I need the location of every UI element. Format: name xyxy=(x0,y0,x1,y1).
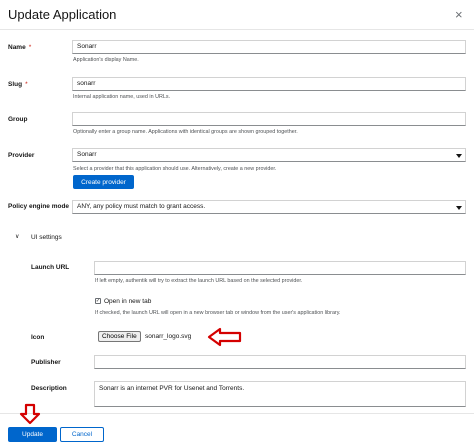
red-arrow-down-icon xyxy=(19,403,41,425)
chevron-down-icon xyxy=(456,154,462,158)
red-arrow-left-icon xyxy=(207,327,242,347)
icon-label: Icon xyxy=(31,334,45,341)
name-helper: Application's display Name. xyxy=(73,57,139,63)
description-textarea[interactable]: Sonarr is an internet PVR for Usenet and… xyxy=(94,381,466,407)
group-input[interactable] xyxy=(72,112,466,126)
group-helper: Optionally enter a group name. Applicati… xyxy=(73,129,298,135)
publisher-input[interactable] xyxy=(94,355,466,369)
policy-engine-mode-label: Policy engine mode* xyxy=(8,203,75,210)
name-label: Name * xyxy=(8,44,32,51)
choose-file-button[interactable]: Choose File xyxy=(98,331,141,342)
chevron-down-icon[interactable]: ∨ xyxy=(15,233,19,240)
provider-select[interactable]: Sonarr xyxy=(72,148,466,162)
icon-file-name: sonarr_logo.svg xyxy=(145,333,192,340)
open-new-tab-label: Open in new tab xyxy=(104,298,152,305)
ui-settings-toggle[interactable]: UI settings xyxy=(31,234,62,241)
slug-helper: Internal application name, used in URLs. xyxy=(73,94,171,100)
policy-engine-mode-select[interactable]: ANY, any policy must match to grant acce… xyxy=(72,200,466,214)
slug-input[interactable]: sonarr xyxy=(72,77,466,91)
footer-divider xyxy=(0,413,474,414)
chevron-down-icon xyxy=(456,206,462,210)
cancel-button[interactable]: Cancel xyxy=(60,427,104,442)
launch-url-helper: If left empty, authentik will try to ext… xyxy=(95,278,303,284)
launch-url-label: Launch URL xyxy=(31,264,70,271)
dialog-title: Update Application xyxy=(8,7,117,22)
publisher-label: Publisher xyxy=(31,359,61,366)
description-label: Description xyxy=(31,385,67,392)
update-button[interactable]: Update xyxy=(8,427,57,442)
provider-label: Provider xyxy=(8,152,35,159)
provider-helper: Select a provider that this application … xyxy=(73,166,277,172)
open-new-tab-helper: If checked, the launch URL will open in … xyxy=(95,310,341,316)
slug-label: Slug * xyxy=(8,81,28,88)
launch-url-input[interactable] xyxy=(94,261,466,275)
open-new-tab-checkbox[interactable]: ✓ xyxy=(95,298,101,304)
create-provider-button[interactable]: Create provider xyxy=(73,175,134,189)
group-label: Group xyxy=(8,116,28,123)
close-icon[interactable]: × xyxy=(455,7,463,22)
name-input[interactable]: Sonarr xyxy=(72,40,466,54)
header-divider xyxy=(0,29,474,30)
